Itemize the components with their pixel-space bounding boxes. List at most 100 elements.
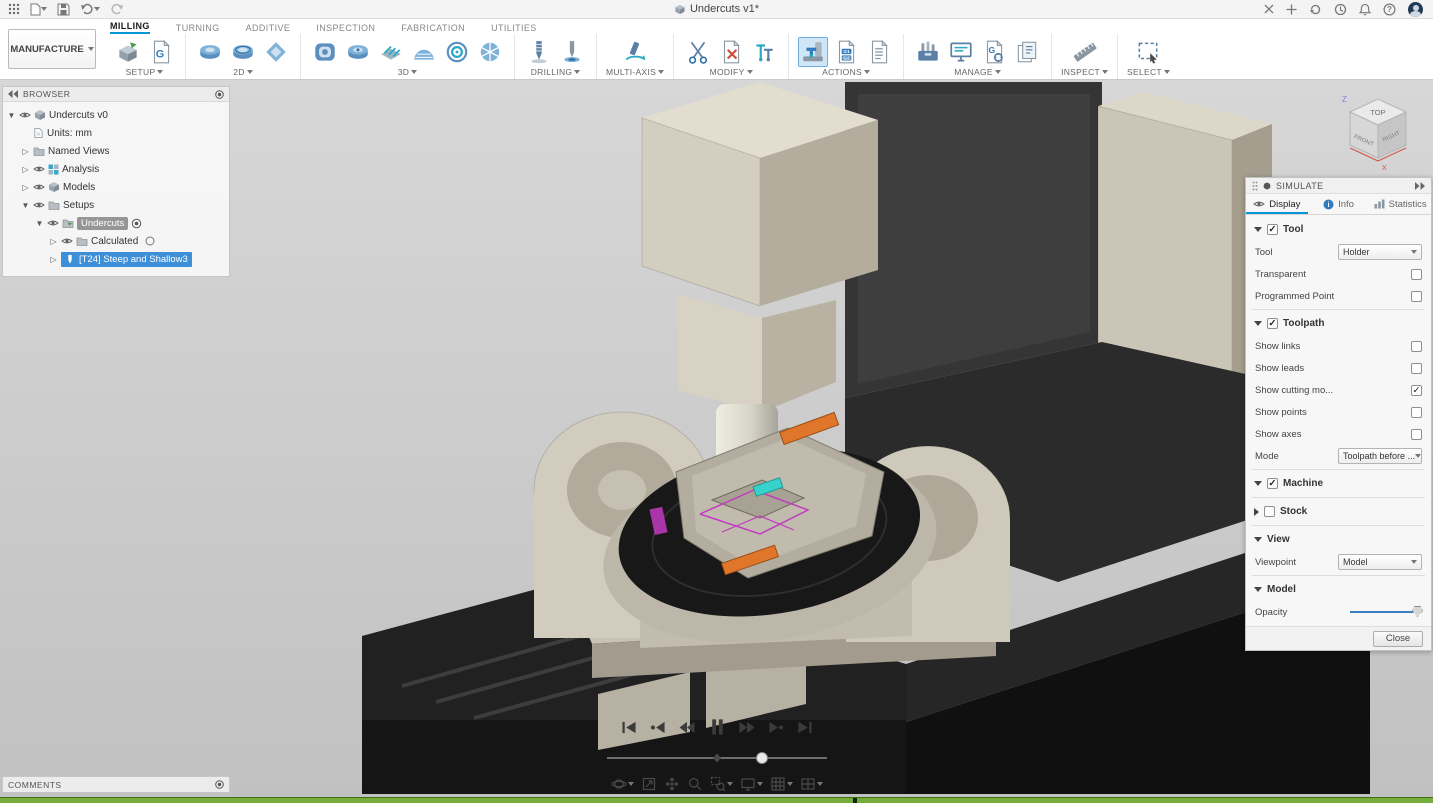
timeline-handle[interactable] (757, 753, 768, 764)
tab-inspection[interactable]: INSPECTION (316, 23, 375, 34)
2d-chamfer-icon[interactable] (261, 37, 291, 67)
drill-icon[interactable] (524, 37, 554, 67)
swarf-icon[interactable] (620, 37, 650, 67)
group-label-modify[interactable]: MODIFY (710, 67, 753, 77)
section-model[interactable]: Model (1246, 578, 1431, 601)
simulate-dialog-header[interactable]: SIMULATE (1246, 178, 1431, 194)
tree-item-named-views[interactable]: ▷ Named Views (3, 142, 229, 160)
collapse-panel-icon[interactable] (8, 90, 18, 98)
play-forward-button[interactable] (737, 720, 756, 735)
tab-info[interactable]: i Info (1308, 194, 1370, 214)
group-label-select[interactable]: SELECT (1127, 67, 1170, 77)
tab-display[interactable]: Display (1246, 194, 1308, 214)
tab-additive[interactable]: ADDITIVE (246, 23, 291, 34)
expand-dialog-icon[interactable] (1415, 182, 1425, 190)
simulation-timeline[interactable] (607, 749, 827, 767)
notifications-bell-icon[interactable] (1359, 3, 1371, 16)
pocket-clearing-icon[interactable] (343, 37, 373, 67)
help-icon[interactable]: ? (1383, 3, 1396, 16)
expand-arrow-icon[interactable]: ▷ (21, 183, 30, 192)
panel-dot-icon[interactable] (215, 780, 224, 789)
active-setup-radio-icon[interactable] (131, 218, 142, 229)
undo-icon[interactable] (80, 3, 100, 15)
expand-arrow-icon[interactable]: ▼ (21, 201, 30, 210)
tab-milling[interactable]: MILLING (110, 21, 150, 34)
tab-fabrication[interactable]: FABRICATION (401, 23, 465, 34)
parallel-icon[interactable] (376, 37, 406, 67)
display-settings-icon[interactable] (738, 775, 765, 793)
edit-links-icon[interactable] (749, 37, 779, 67)
group-label-manage[interactable]: MANAGE (954, 67, 1001, 77)
task-manager-icon[interactable] (946, 37, 976, 67)
toolpath-section-checkbox[interactable] (1267, 318, 1278, 329)
templates-icon[interactable] (1012, 37, 1042, 67)
tab-utilities[interactable]: UTILITIES (491, 23, 537, 34)
radial-icon[interactable] (475, 37, 505, 67)
workspace-switcher-button[interactable]: MANUFACTURE (8, 29, 96, 69)
section-machine[interactable]: Machine (1246, 472, 1431, 495)
tree-item-toolpath-selected[interactable]: ▷ [T24] Steep and Shallow3 (3, 250, 229, 268)
visibility-eye-icon[interactable] (33, 183, 45, 191)
save-icon[interactable] (57, 3, 70, 16)
file-menu-icon[interactable] (30, 3, 47, 16)
visibility-eye-icon[interactable] (61, 237, 73, 245)
group-label-actions[interactable]: ACTIONS (822, 67, 870, 77)
show-leads-checkbox[interactable] (1411, 363, 1422, 374)
visibility-eye-icon[interactable] (47, 219, 59, 227)
face-icon[interactable] (195, 37, 225, 67)
zoom-icon[interactable] (685, 775, 705, 793)
section-toolpath[interactable]: Toolpath (1246, 312, 1431, 335)
user-avatar[interactable] (1408, 2, 1423, 17)
visibility-eye-icon[interactable] (33, 165, 45, 173)
job-status-icon[interactable] (1334, 3, 1347, 16)
post-process-icon[interactable]: G1G2 (831, 37, 861, 67)
expand-arrow-icon[interactable]: ▷ (21, 165, 30, 174)
go-to-start-button[interactable] (619, 720, 638, 735)
group-label-setup[interactable]: SETUP (126, 67, 164, 77)
expand-arrow-icon[interactable]: ▷ (49, 255, 58, 264)
stock-section-checkbox[interactable] (1264, 506, 1275, 517)
group-label-2d[interactable]: 2D (233, 67, 252, 77)
expand-arrow-icon[interactable]: ▷ (21, 147, 30, 156)
browser-header[interactable]: BROWSER (3, 87, 229, 102)
tree-item-analysis[interactable]: ▷ Analysis (3, 160, 229, 178)
show-links-checkbox[interactable] (1411, 341, 1422, 352)
tab-turning[interactable]: TURNING (176, 23, 220, 34)
add-tab-icon[interactable] (1286, 4, 1297, 15)
redo-icon[interactable] (110, 3, 124, 15)
look-at-icon[interactable] (639, 775, 659, 793)
panel-dot-icon[interactable] (215, 90, 224, 99)
window-select-icon[interactable] (1133, 37, 1163, 67)
mode-dropdown[interactable]: Toolpath before ... (1338, 448, 1422, 464)
group-label-inspect[interactable]: INSPECT (1061, 67, 1108, 77)
group-label-3d[interactable]: 3D (398, 67, 417, 77)
opacity-slider-handle[interactable] (1412, 606, 1423, 617)
new-setup-icon[interactable] (113, 37, 143, 67)
grid-settings-icon[interactable] (768, 775, 795, 793)
tool-library-icon[interactable] (913, 37, 943, 67)
transparent-checkbox[interactable] (1411, 269, 1422, 280)
show-axes-checkbox[interactable] (1411, 429, 1422, 440)
2d-pocket-icon[interactable] (228, 37, 258, 67)
show-points-checkbox[interactable] (1411, 407, 1422, 418)
tree-item-models[interactable]: ▷ Models (3, 178, 229, 196)
viewpoint-dropdown[interactable]: Model (1338, 554, 1422, 570)
apps-grid-icon[interactable] (8, 3, 20, 15)
nc-program-icon[interactable]: G (146, 37, 176, 67)
programmed-point-checkbox[interactable] (1411, 291, 1422, 302)
go-to-end-button[interactable] (795, 720, 814, 735)
visibility-eye-icon[interactable] (19, 111, 31, 119)
zoom-window-icon[interactable] (708, 775, 735, 793)
comments-panel[interactable]: COMMENTS (2, 776, 230, 793)
step-forward-button[interactable] (766, 720, 785, 735)
post-library-icon[interactable]: G (979, 37, 1009, 67)
expand-arrow-icon[interactable]: ▼ (7, 111, 16, 120)
selected-toolpath-chip[interactable]: [T24] Steep and Shallow3 (61, 252, 192, 267)
simulate-icon[interactable] (798, 37, 828, 67)
delete-passes-icon[interactable] (716, 37, 746, 67)
measure-icon[interactable] (1070, 37, 1100, 67)
expand-arrow-icon[interactable]: ▼ (35, 219, 44, 228)
group-label-multi-axis[interactable]: MULTI-AXIS (606, 67, 664, 77)
tab-statistics[interactable]: Statistics (1369, 194, 1431, 214)
expand-arrow-icon[interactable]: ▷ (49, 237, 58, 246)
